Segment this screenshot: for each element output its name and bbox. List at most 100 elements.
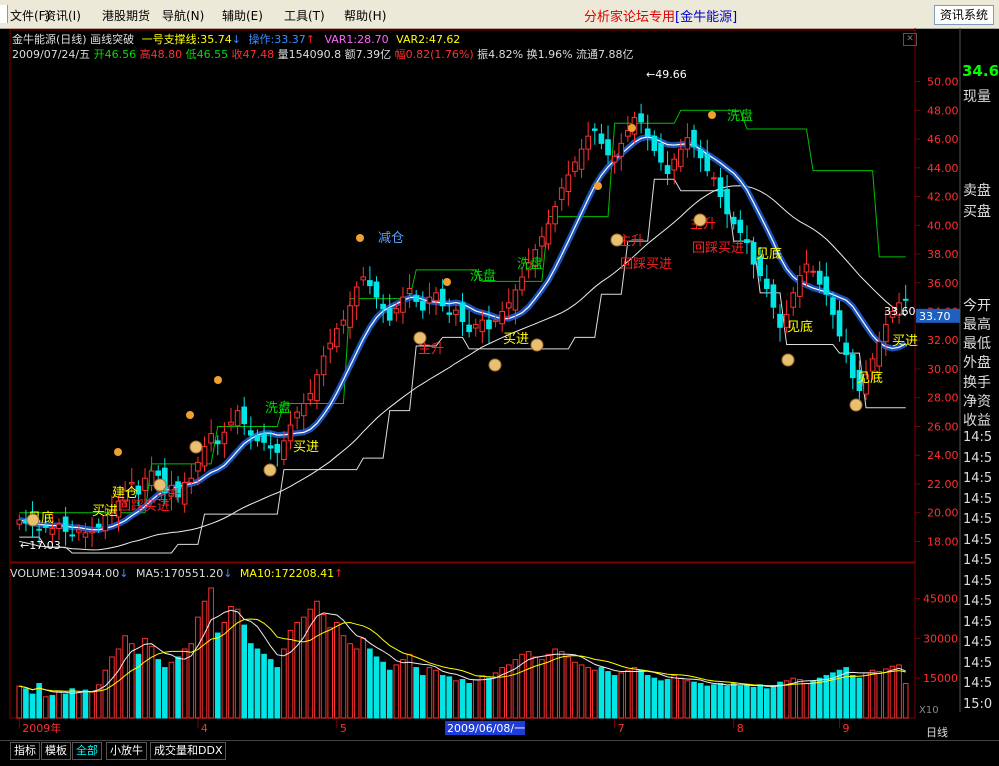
close-icon[interactable]: ✕ [903,33,917,46]
tab-bar: 指标 模板 全部 小放牛 成交量和DDX [0,740,999,766]
candle-down [62,516,69,532]
tab-3[interactable]: 小放牛 [106,742,147,760]
candle-up [585,135,591,150]
volume-bar-up [889,665,896,719]
candle-up [433,292,439,302]
candle-up [684,137,691,150]
runner-icon [186,411,194,419]
volume-bar-down [644,675,651,719]
candle-down [737,219,744,233]
volume-bar-up [677,677,684,719]
price-label-9: 32.00 [927,334,959,347]
price-label-3: 44.00 [927,162,959,175]
menu-item-1[interactable]: 资讯(I) [44,7,81,24]
candle-down [42,525,49,528]
candle-up [578,148,585,170]
candle-down [367,280,373,287]
volume-bar-up [195,616,201,719]
volume-bar-up [340,635,347,719]
right-label-0: 现量 [963,89,991,105]
open-value: 开46.56 [93,48,137,61]
header-line-2: 2009/07/24/五 开46.56 高48.80 低46.55 收47.48… [12,46,634,62]
menu-item-3[interactable]: 导航(N) [162,7,204,24]
candle-down [638,113,644,123]
volume-bar-up [591,669,598,719]
low-value: 低46.55 [185,48,229,61]
money-bag-icon [610,233,624,247]
candle-up [453,309,459,315]
candle-up [803,263,810,273]
volume-bar-up [558,651,565,719]
volume-bar-up [221,621,228,719]
volume-bar-up [426,667,433,719]
stock-chart[interactable]: 50.00 48.00 46.00 44.00 42.00 40.00 38.00 36.00… [0,28,999,740]
volume-bar-up [783,680,790,719]
candle-up [810,270,816,273]
date-label-4: 7 [618,722,625,735]
money-bag-icon [413,331,427,345]
menu-item-4[interactable]: 辅助(E) [222,7,263,24]
volume-bar-up [492,672,499,719]
money-bag-icon [26,513,40,527]
price-label-0: 50.00 [927,76,959,89]
menu-item-6[interactable]: 帮助(H) [344,7,386,24]
runner-icon [443,278,451,286]
volume-bar-down [62,693,69,719]
volume-bar-down [611,675,618,719]
candle-up [406,288,413,295]
candle-down [439,288,446,307]
volume-bar-up [347,643,353,719]
price-label-1: 48.00 [927,104,959,117]
candle-down [419,300,426,311]
chart-annotation-0: 减仓 [378,231,404,246]
candle-up [400,296,406,313]
candle-down [605,139,611,156]
volume-bar-up [16,685,23,719]
right-time-9: 14:5 [963,614,993,630]
tab-1[interactable]: 模板 [41,742,71,760]
menu-item-2[interactable]: 港股期货 [102,7,150,24]
volume-header: VOLUME:130944.00↓ MA5:170551.20↓ MA10:17… [10,567,344,580]
candle-down [380,303,386,310]
tab-4[interactable]: 成交量和DDX [150,742,227,760]
volume-bar-down [486,677,492,719]
news-system-button[interactable]: 资讯系统 [934,5,994,25]
volume-bar-down [459,679,466,719]
volume-bar-up [393,664,400,719]
tab-2[interactable]: 全部 [72,742,102,760]
menu-item-5[interactable]: 工具(T) [284,7,325,24]
candle-up [281,440,287,461]
volume-bar-down [704,685,711,719]
volume-bar-down [466,683,472,719]
title-stock: [金牛能源] [675,10,738,25]
right-time-1: 14:5 [963,450,993,466]
candle-up [334,328,340,348]
volume-bar-up [406,653,413,719]
candle-up [76,529,82,533]
candle-down [658,142,664,163]
volume-bar-up [565,656,572,719]
volume-bar-up [585,667,591,719]
menu-edge-button[interactable] [0,5,8,23]
volume-bar-down [367,648,373,719]
candle-up [181,482,188,505]
price-label-2: 46.00 [927,133,959,146]
right-time-13: 15:0 [963,696,993,712]
volume-bar-down [267,659,274,719]
volume-scale-label: X10 [919,705,939,716]
volume-bar-down [261,653,267,719]
right-time-8: 14:5 [963,594,993,609]
candle-up [128,482,135,485]
daily-label[interactable]: 日线 [926,724,948,740]
chart-annotation-18: 见底 [756,246,782,262]
volume-bar-down [763,688,770,719]
volume-bar-up [433,669,439,719]
tab-0[interactable]: 指标 [10,742,40,760]
candle-up [558,187,565,200]
ma10-value: MA10:172208.41 [239,567,335,580]
candle-up [353,286,360,307]
volume-label-1: 30000 [923,632,958,645]
candle-down [770,284,777,308]
candle-down [763,278,770,290]
price-label-15: 20.00 [927,507,959,520]
